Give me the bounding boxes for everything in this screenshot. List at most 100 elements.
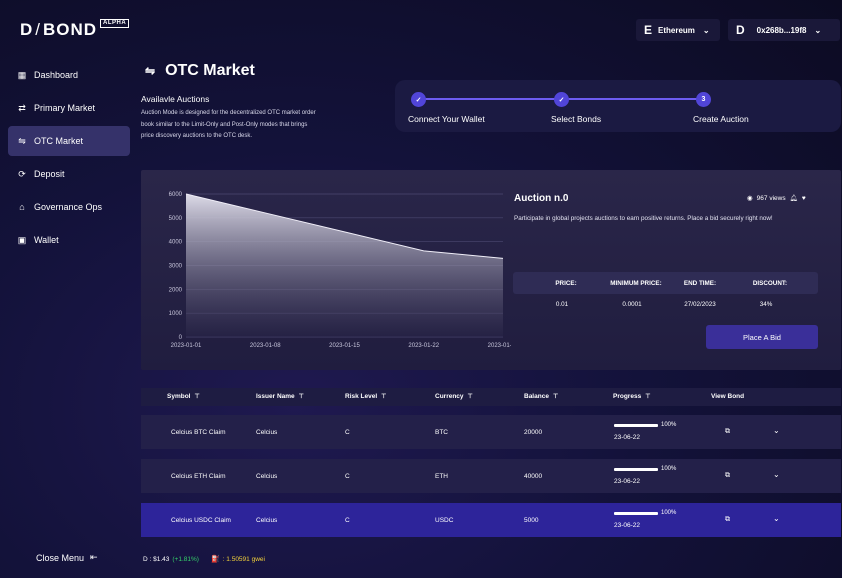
progress-bar bbox=[614, 424, 658, 427]
progress-date: 23-06-22 bbox=[614, 434, 641, 441]
chevron-down-icon[interactable]: ⌄ bbox=[773, 426, 780, 435]
step-1-marker: ✓ bbox=[411, 92, 426, 107]
filter-icon: ⊤ bbox=[552, 394, 559, 400]
eye-icon: ◉ bbox=[747, 195, 753, 202]
page-title: ⇋ OTC Market bbox=[145, 62, 255, 80]
price-value: 0.01 bbox=[555, 301, 569, 308]
column-symbol[interactable]: Symbol ⊤ bbox=[167, 393, 200, 400]
progress-bar bbox=[614, 512, 658, 515]
gas-pump-icon: ⛽ bbox=[210, 556, 220, 563]
auction-description: Participate in global projects auctions … bbox=[514, 215, 773, 222]
y-tick-label: 3000 bbox=[169, 264, 183, 270]
symbol-cell: Celcius USDC Claim bbox=[171, 517, 231, 524]
column-balance[interactable]: Balance ⊤ bbox=[524, 393, 558, 400]
grid-icon: ▦ bbox=[17, 69, 27, 80]
chevron-down-icon[interactable]: ⌄ bbox=[773, 514, 780, 523]
ethereum-icon: E bbox=[644, 23, 653, 37]
status-footer: D : $1.43 (+1.81%) ⛽ : 1.50591 gwei bbox=[143, 555, 265, 564]
price-header: PRICE: bbox=[555, 280, 577, 287]
app-root: D / BOND ALPHA ▦ Dashboard ⇄ Primary Marke… bbox=[0, 0, 842, 578]
network-selector[interactable]: E Ethereum ⌄ bbox=[636, 19, 720, 41]
sidebar-item-deposit[interactable]: ⟳ Deposit bbox=[8, 159, 130, 189]
sidebar-item-label: Dashboard bbox=[34, 70, 79, 80]
risk-cell: C bbox=[345, 473, 350, 480]
end-time-value: 27/02/2023 bbox=[684, 301, 716, 308]
column-label: Symbol bbox=[167, 393, 191, 400]
wallet-icon: ▣ bbox=[17, 234, 27, 245]
heart-icon[interactable]: ♥ bbox=[802, 195, 806, 202]
price-chart: 0 1000 2000 3000 4000 5000 6000 2023-01-01 2023-… bbox=[169, 192, 511, 349]
column-view-bond: View Bond bbox=[711, 393, 744, 400]
gas-price: : 1.50591 gwei bbox=[222, 555, 265, 563]
external-link-icon[interactable]: ⧉ bbox=[725, 428, 730, 436]
progress-percent: 100% bbox=[661, 422, 677, 428]
dbond-token-icon: D bbox=[736, 23, 745, 37]
x-tick-label: 2023-01-15 bbox=[329, 343, 360, 349]
sidebar-item-governance-ops[interactable]: ⌂ Governance Ops bbox=[8, 192, 130, 222]
column-label: Progress bbox=[613, 393, 642, 400]
filter-icon: ⊤ bbox=[194, 394, 200, 400]
x-tick-label: 2023-01-08 bbox=[250, 343, 281, 349]
y-tick-label: 0 bbox=[179, 335, 183, 341]
progress-percent: 100% bbox=[661, 510, 677, 516]
x-tick-label: 2023-01-28 bbox=[488, 343, 511, 349]
sidebar-item-label: Wallet bbox=[34, 235, 59, 245]
filter-icon: ⊤ bbox=[381, 394, 387, 400]
wallet-address: 0x268b...19f8 bbox=[756, 25, 807, 35]
column-progress[interactable]: Progress ⊤ bbox=[613, 393, 650, 400]
swap-icon: ⇄ bbox=[18, 102, 26, 113]
column-label: Currency bbox=[435, 393, 464, 400]
issuer-cell: Celcius bbox=[256, 517, 278, 524]
area-fill bbox=[186, 194, 503, 337]
table-row[interactable]: Celcius ETH Claim Celcius C ETH 40000 10… bbox=[141, 459, 841, 493]
network-label: Ethereum bbox=[658, 25, 695, 35]
sidebar-item-label: Primary Market bbox=[34, 103, 96, 113]
bonds-table-header: Symbol ⊤ Issuer Name ⊤ Risk Level ⊤ Currenc… bbox=[141, 388, 841, 406]
exchange-icon: ⇋ bbox=[18, 135, 26, 146]
risk-cell: C bbox=[345, 517, 350, 524]
sidebar-item-primary-market[interactable]: ⇄ Primary Market bbox=[8, 93, 130, 123]
column-risk-level[interactable]: Risk Level ⊤ bbox=[345, 393, 386, 400]
y-tick-label: 1000 bbox=[169, 311, 183, 317]
table-row[interactable]: Celcius BTC Claim Celcius C BTC 20000 10… bbox=[141, 415, 841, 449]
close-menu-label: Close Menu bbox=[36, 552, 85, 563]
currency-cell: BTC bbox=[435, 429, 448, 436]
column-label: Issuer Name bbox=[256, 393, 295, 400]
bell-icon[interactable]: 🔔︎ bbox=[790, 194, 798, 202]
sidebar-item-wallet[interactable]: ▣ Wallet bbox=[8, 225, 130, 255]
place-bid-button[interactable]: Place A Bid bbox=[706, 325, 818, 349]
close-menu-button[interactable]: Close Menu ⇤ bbox=[36, 552, 98, 563]
price-change: (+1.81%) bbox=[172, 555, 199, 563]
column-currency[interactable]: Currency ⊤ bbox=[435, 393, 473, 400]
symbol-cell: Celcius BTC Claim bbox=[171, 429, 226, 436]
issuer-cell: Celcius bbox=[256, 473, 278, 480]
sidebar-item-label: Deposit bbox=[34, 169, 65, 179]
step-1-label: Connect Your Wallet bbox=[408, 114, 485, 124]
column-label: Risk Level bbox=[345, 393, 378, 400]
progress-cell: 100% 23-06-22 bbox=[614, 422, 684, 444]
x-tick-label: 2023-01-01 bbox=[171, 343, 202, 349]
y-tick-label: 5000 bbox=[169, 216, 183, 222]
external-link-icon[interactable]: ⧉ bbox=[725, 472, 730, 480]
page-title-text: OTC Market bbox=[165, 62, 255, 79]
discount-header: DISCOUNT: bbox=[752, 280, 788, 287]
filter-icon: ⊤ bbox=[645, 394, 651, 400]
column-issuer-name[interactable]: Issuer Name ⊤ bbox=[256, 393, 304, 400]
issuer-cell: Celcius bbox=[256, 429, 278, 436]
bank-icon: ⌂ bbox=[19, 202, 25, 212]
discount-value: 34% bbox=[759, 301, 773, 308]
wallet-selector[interactable]: D 0x268b...19f8 ⌄ bbox=[728, 19, 840, 41]
chevron-down-icon: ⌄ bbox=[702, 25, 710, 35]
chevron-down-icon[interactable]: ⌄ bbox=[773, 470, 780, 479]
column-label: View Bond bbox=[711, 393, 745, 400]
sidebar-item-otc-market[interactable]: ⇋ OTC Market bbox=[8, 126, 130, 156]
sidebar-item-label: Governance Ops bbox=[34, 202, 103, 212]
table-row-selected[interactable]: Celcius USDC Claim Celcius C USDC 5000 1… bbox=[141, 503, 841, 537]
x-tick-label: 2023-01-22 bbox=[408, 343, 439, 349]
sidebar-item-dashboard[interactable]: ▦ Dashboard bbox=[8, 60, 130, 90]
external-link-icon[interactable]: ⧉ bbox=[725, 516, 730, 524]
balance-cell: 40000 bbox=[524, 473, 543, 480]
logo[interactable]: D / BOND ALPHA bbox=[20, 19, 130, 40]
collapse-icon: ⇤ bbox=[90, 552, 98, 562]
currency-cell: ETH bbox=[435, 473, 448, 480]
